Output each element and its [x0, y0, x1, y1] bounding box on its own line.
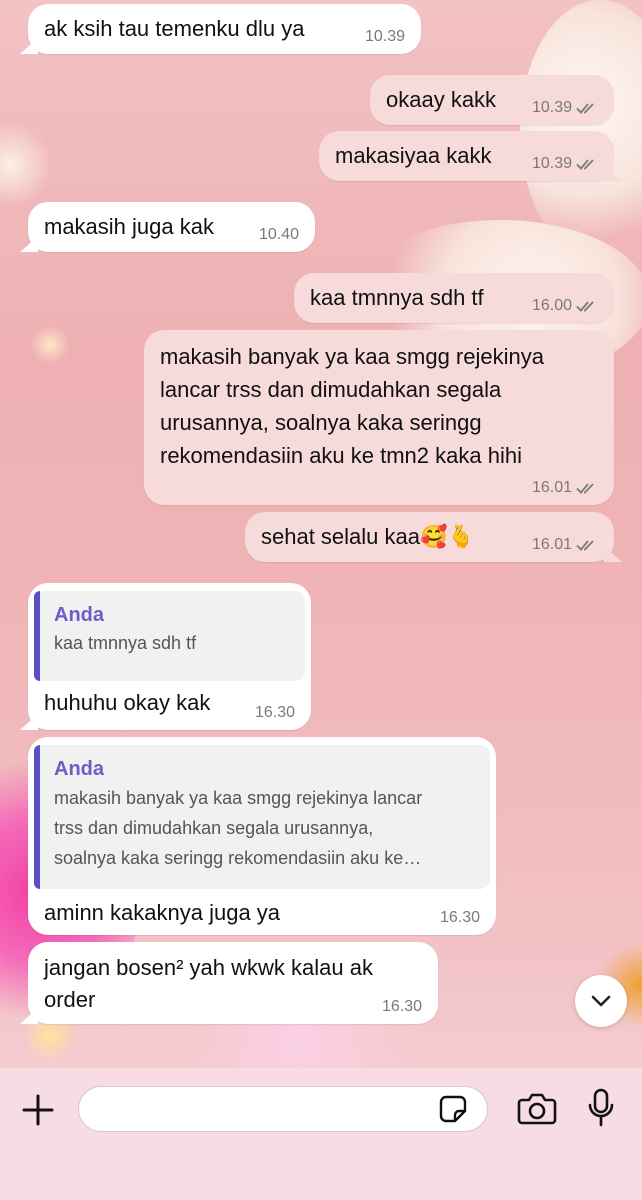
quoted-message[interactable]: Anda kaa tmnnya sdh tf	[34, 591, 305, 681]
message-incoming[interactable]: ak ksih tau temenku dlu ya 10.39	[20, 4, 421, 54]
message-time: 16.30	[439, 909, 480, 926]
microphone-icon	[588, 1088, 614, 1127]
message-text: kaa tmnnya sdh tf	[310, 285, 484, 310]
message-outgoing[interactable]: makasih banyak ya kaa smgg rejekinya lan…	[144, 330, 614, 505]
message-text: sehat selalu kaa🥰🫰	[261, 524, 475, 549]
message-time: 16.30	[254, 704, 295, 721]
message-time: 16.00	[531, 297, 572, 314]
camera-icon	[517, 1093, 557, 1125]
camera-button[interactable]	[515, 1088, 559, 1128]
scroll-to-bottom-button[interactable]	[575, 975, 627, 1027]
message-text: makasiyaa kakk	[335, 143, 492, 168]
message-text: ak ksih tau temenku dlu ya	[44, 16, 305, 41]
sticker-button[interactable]	[435, 1092, 471, 1126]
quote-author: Anda	[54, 604, 104, 626]
bubble-tail	[604, 546, 622, 562]
attach-button[interactable]	[18, 1090, 58, 1130]
bubble-tail	[20, 38, 38, 54]
message-outgoing[interactable]: kaa tmnnya sdh tf 16.00	[294, 273, 614, 323]
voice-record-button[interactable]	[584, 1086, 618, 1130]
message-time: 10.39	[531, 99, 572, 116]
chevron-down-icon	[591, 995, 611, 1007]
quote-text: kaa tmnnya sdh tf	[54, 633, 197, 653]
double-check-icon	[576, 301, 594, 312]
double-check-icon	[576, 483, 594, 494]
message-text: okaay kakk	[386, 87, 497, 112]
bubble-tail	[20, 1008, 38, 1024]
message-incoming[interactable]: makasih juga kak 10.40	[20, 202, 315, 252]
message-outgoing[interactable]: okaay kakk 10.39	[370, 75, 614, 125]
message-time: 10.39	[531, 155, 572, 172]
message-text: makasih juga kak	[44, 214, 214, 239]
message-text: makasih banyak ya kaa smgg rejekinya lan…	[160, 344, 544, 468]
plus-icon	[22, 1094, 54, 1126]
message-time: 16.30	[381, 998, 422, 1015]
message-outgoing[interactable]: sehat selalu kaa🥰🫰 16.01	[245, 512, 622, 562]
bubble-tail	[20, 236, 38, 252]
quote-text: makasih banyak ya kaa smgg rejekinya lan…	[54, 788, 423, 868]
message-incoming-reply[interactable]: Anda kaa tmnnya sdh tf huhuhu okay kak 1…	[20, 583, 311, 730]
message-text: jangan bosen² yah wkwk kalau ak order	[44, 955, 373, 1012]
message-time: 16.01	[531, 536, 572, 553]
message-time: 10.40	[258, 226, 299, 243]
quoted-message[interactable]: Anda makasih banyak ya kaa smgg rejekiny…	[34, 745, 490, 889]
message-incoming-reply[interactable]: Anda makasih banyak ya kaa smgg rejekiny…	[28, 737, 496, 935]
message-time: 10.39	[364, 28, 405, 45]
message-incoming[interactable]: jangan bosen² yah wkwk kalau ak order 16…	[20, 942, 438, 1024]
double-check-icon	[576, 103, 594, 114]
quote-author: Anda	[54, 758, 104, 780]
message-time: 16.01	[531, 479, 572, 496]
message-input[interactable]	[78, 1086, 488, 1132]
bubble-tail	[604, 165, 622, 181]
sticker-icon	[439, 1095, 467, 1123]
message-text: aminn kakaknya juga ya	[44, 900, 281, 925]
message-list[interactable]: ak ksih tau temenku dlu ya 10.39 okaay k…	[0, 0, 642, 1068]
message-outgoing[interactable]: makasiyaa kakk 10.39	[319, 131, 622, 181]
double-check-icon	[576, 540, 594, 551]
message-composer	[0, 1068, 642, 1200]
double-check-icon	[576, 159, 594, 170]
